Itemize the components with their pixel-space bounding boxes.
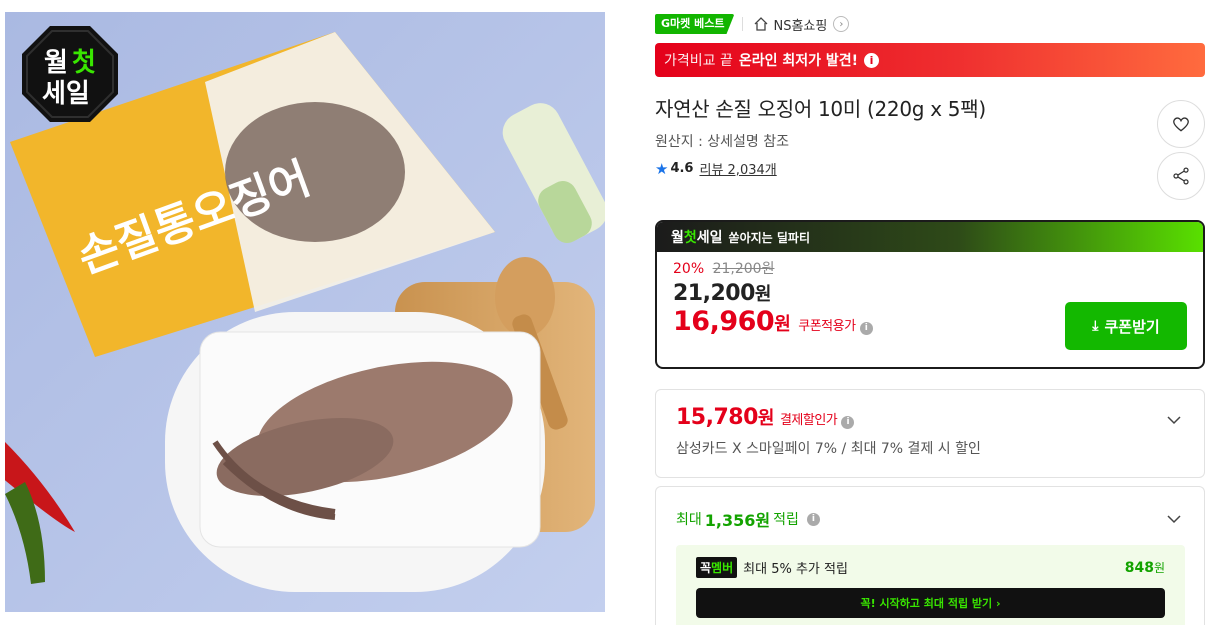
star-icon: ★ xyxy=(655,159,669,178)
points-prefix: 최대 xyxy=(676,512,702,528)
membership-text: 최대 5% 추가 적립 xyxy=(743,562,848,577)
shop-link[interactable]: NS홈쇼핑 › xyxy=(753,15,850,34)
shop-name: NS홈쇼핑 xyxy=(773,18,828,34)
discount-line: 20% 21,200원 xyxy=(673,258,1187,278)
wishlist-button[interactable] xyxy=(1157,100,1205,148)
badge-text-c: 세일 xyxy=(42,79,90,109)
origin-text: 원산지 : 상세설명 참조 xyxy=(655,134,789,150)
points-box: 최대 1,356원 적립 i 꼭멤버 최대 5% 추가 적립 848원 꼭! 시… xyxy=(655,486,1205,625)
product-title: 자연산 손질 오징어 10미 (220g x 5팩) xyxy=(655,97,986,121)
deal-logo-b: 첫 xyxy=(683,230,697,246)
sale-price-value: 21,200 xyxy=(673,281,755,306)
gmarket-best-badge[interactable]: G마켓 베스트 xyxy=(655,14,735,34)
membership-logo-a: 꼭 xyxy=(700,561,712,575)
chevron-right-icon: › xyxy=(833,16,850,32)
membership-start-button[interactable]: 꼭! 시작하고 최대 적립 받기 › xyxy=(696,588,1165,618)
heart-icon xyxy=(1173,117,1189,132)
deal-box: 월 첫 세일 쏟아지는 딜파티 20% 21,200원 21,200원 16,9… xyxy=(655,220,1205,369)
coupon-price-unit: 원 xyxy=(774,314,791,335)
membership-value: 848원 xyxy=(1125,559,1165,576)
share-button[interactable] xyxy=(1157,152,1205,200)
lowest-price-banner[interactable]: 가격비교 끝 온라인 최저가 발견! i xyxy=(655,43,1205,77)
promo-lead: 가격비교 끝 xyxy=(664,53,733,69)
membership-row: 꼭멤버 최대 5% 추가 적립 848원 xyxy=(696,557,1165,578)
card-discount-desc: 삼성카드 X 스마일페이 7% / 최대 7% 결제 시 할인 xyxy=(676,441,981,457)
card-price-unit: 원 xyxy=(757,408,775,429)
chevron-down-icon[interactable] xyxy=(1166,511,1182,527)
membership-value-unit: 원 xyxy=(1153,561,1165,575)
deal-body: 20% 21,200원 21,200원 16,960 원 쿠폰적용가 i ⤓ 쿠폰… xyxy=(657,252,1203,350)
membership-value-num: 848 xyxy=(1124,560,1154,576)
download-icon: ⤓ xyxy=(1092,318,1099,334)
points-suffix: 적립 xyxy=(773,512,799,528)
card-price: 15,780 원 결제할인가 i xyxy=(676,404,1184,430)
promo-strong: 온라인 최저가 발견! xyxy=(738,53,859,69)
sale-price-unit: 원 xyxy=(754,284,772,305)
coupon-price-value: 16,960 xyxy=(673,306,775,337)
points-title: 최대 1,356원 적립 i xyxy=(676,507,1184,531)
card-price-value: 15,780 xyxy=(676,405,758,430)
coupon-download-button[interactable]: ⤓ 쿠폰받기 xyxy=(1065,302,1187,350)
card-price-note: 결제할인가 xyxy=(779,413,838,428)
home-icon xyxy=(755,17,768,31)
product-image[interactable]: 손질통오징어 월 첫 세일 xyxy=(5,12,605,612)
membership-logo: 꼭멤버 xyxy=(696,557,738,578)
review-link[interactable]: 리뷰 2,034개 xyxy=(699,159,776,178)
badge-text-a: 월 xyxy=(44,48,68,78)
info-icon[interactable]: i xyxy=(806,512,820,526)
points-amount: 1,356원 xyxy=(704,511,771,530)
membership-panel: 꼭멤버 최대 5% 추가 적립 848원 꼭! 시작하고 최대 적립 받기 › xyxy=(676,545,1185,625)
discount-percent: 20% xyxy=(673,261,705,277)
card-discount-box[interactable]: 15,780 원 결제할인가 i 삼성카드 X 스마일페이 7% / 최대 7% … xyxy=(655,389,1205,478)
membership-logo-b: 멤버 xyxy=(711,561,734,575)
coupon-button-label: 쿠폰받기 xyxy=(1104,317,1160,336)
info-icon[interactable]: i xyxy=(841,415,855,429)
deal-logo-a: 월 xyxy=(671,230,684,246)
monthly-sale-badge: 월 첫 세일 xyxy=(22,26,118,122)
badge-text-b: 첫 xyxy=(72,48,96,78)
coupon-price-note: 쿠폰적용가 xyxy=(798,319,856,334)
product-page: 손질통오징어 월 첫 세일 G마켓 베스트 NS홈쇼핑 › 가격비교 끝 온라인… xyxy=(0,0,1229,625)
original-price: 21,200원 xyxy=(712,261,775,277)
deal-header: 월 첫 세일 쏟아지는 딜파티 xyxy=(657,222,1203,252)
divider xyxy=(742,17,744,31)
rating-score: 4.6 xyxy=(670,161,694,176)
rating-row: ★ 4.6 리뷰 2,034개 xyxy=(655,159,1205,179)
info-icon[interactable]: i xyxy=(864,52,880,68)
share-icon xyxy=(1173,167,1189,185)
seller-line: G마켓 베스트 NS홈쇼핑 › xyxy=(655,12,1205,36)
chevron-down-icon[interactable] xyxy=(1166,412,1182,428)
info-icon[interactable]: i xyxy=(859,321,873,335)
deal-tagline: 쏟아지는 딜파티 xyxy=(728,230,811,245)
deal-logo-c: 세일 xyxy=(696,230,723,246)
product-info: G마켓 베스트 NS홈쇼핑 › 가격비교 끝 온라인 최저가 발견! i 자연산… xyxy=(655,12,1205,625)
